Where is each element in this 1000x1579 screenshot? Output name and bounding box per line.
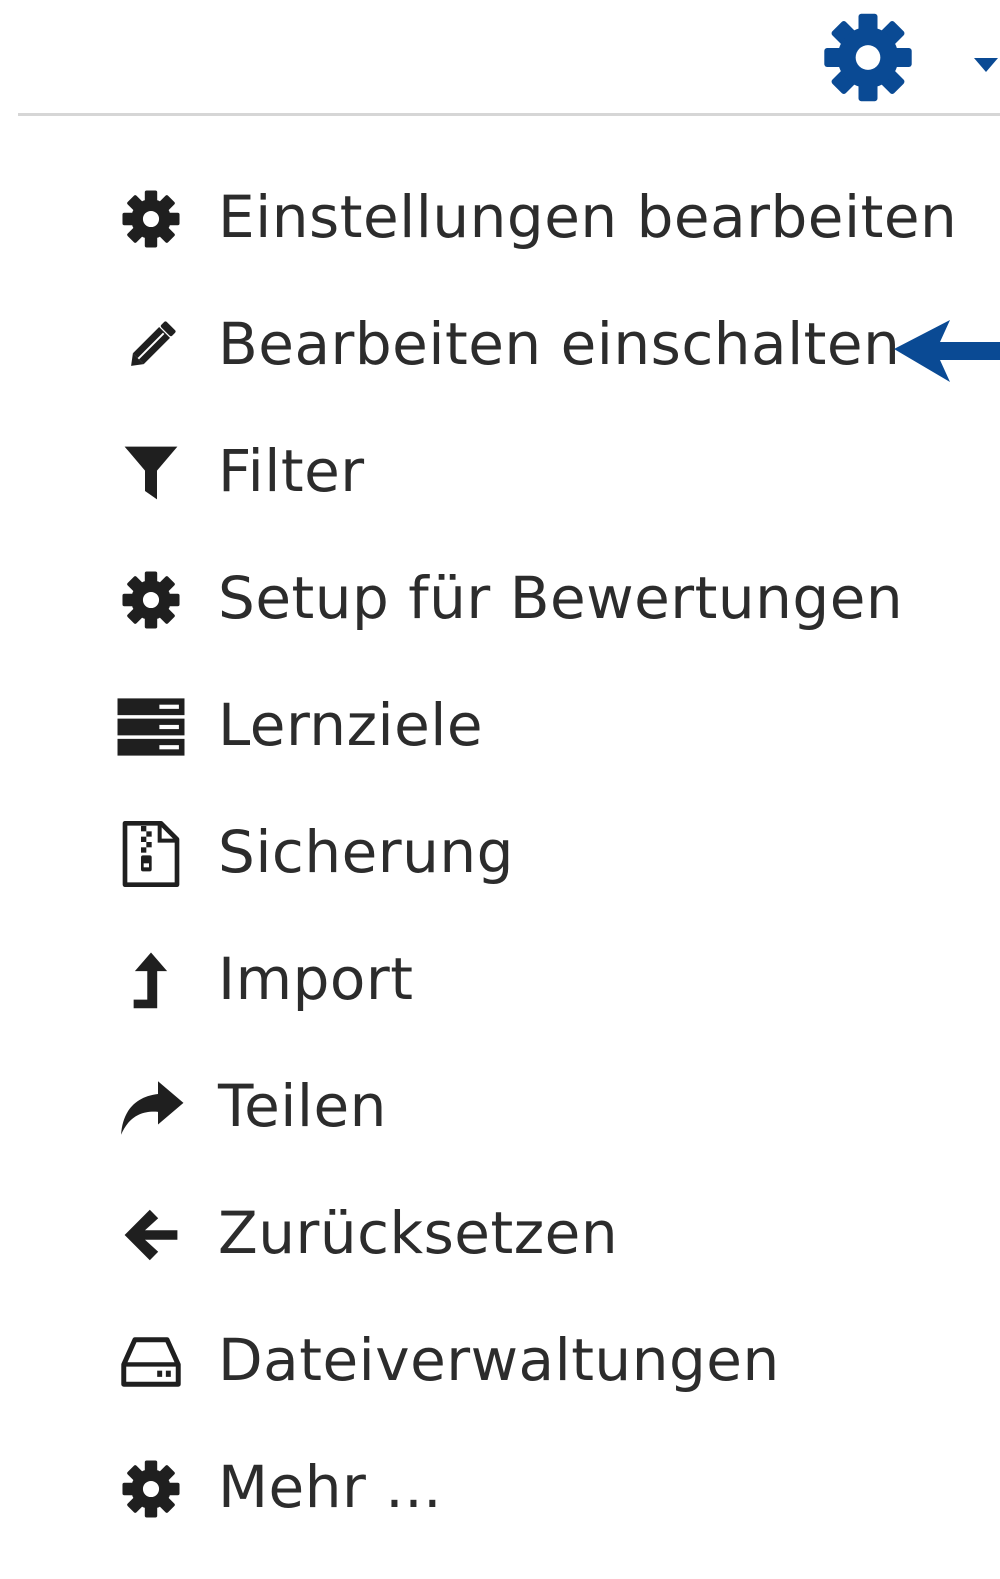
divider xyxy=(18,113,1000,116)
caret-down-icon[interactable] xyxy=(974,52,1000,78)
menu-item-einstellungen-bearbeiten[interactable]: Einstellungen bearbeiten xyxy=(0,155,1000,282)
server-icon xyxy=(112,693,190,761)
settings-menu-page: Einstellungen bearbeiten Bearbeiten eins… xyxy=(0,0,1000,1579)
menu-item-label: Teilen xyxy=(218,1072,387,1140)
level-up-icon xyxy=(112,947,190,1015)
annotation-arrow-icon xyxy=(892,318,1000,384)
gear-icon xyxy=(824,13,912,102)
menu-item-label: Lernziele xyxy=(218,691,484,759)
gear-icon xyxy=(112,566,190,634)
menu-item-zuruecksetzen[interactable]: Zurücksetzen xyxy=(0,1171,1000,1298)
gear-icon xyxy=(112,1455,190,1523)
menu-item-label: Setup für Bewertungen xyxy=(218,564,904,632)
arrow-left-icon xyxy=(112,1201,190,1269)
menu-item-teilen[interactable]: Teilen xyxy=(0,1044,1000,1171)
pencil-icon xyxy=(112,312,190,380)
menu-item-mehr[interactable]: Mehr ... xyxy=(0,1425,1000,1552)
menu-item-bearbeiten-einschalten[interactable]: Bearbeiten einschalten xyxy=(0,282,1000,409)
filter-icon xyxy=(112,439,190,507)
menu-item-sicherung[interactable]: Sicherung xyxy=(0,790,1000,917)
menu-item-label: Bearbeiten einschalten xyxy=(218,310,901,378)
menu-item-label: Zurücksetzen xyxy=(218,1199,619,1267)
share-icon xyxy=(112,1074,190,1142)
file-archive-icon xyxy=(112,820,190,888)
header-bar xyxy=(0,0,1000,116)
menu-item-label: Einstellungen bearbeiten xyxy=(218,183,958,251)
settings-menu-toggle[interactable] xyxy=(818,10,918,105)
hdd-icon xyxy=(112,1328,190,1396)
menu-item-label: Dateiverwaltungen xyxy=(218,1326,780,1394)
menu-item-lernziele[interactable]: Lernziele xyxy=(0,663,1000,790)
menu-item-setup-bewertungen[interactable]: Setup für Bewertungen xyxy=(0,536,1000,663)
menu-item-dateiverwaltungen[interactable]: Dateiverwaltungen xyxy=(0,1298,1000,1425)
gear-icon xyxy=(112,185,190,253)
menu-item-import[interactable]: Import xyxy=(0,917,1000,1044)
settings-menu: Einstellungen bearbeiten Bearbeiten eins… xyxy=(0,155,1000,1552)
menu-item-label: Sicherung xyxy=(218,818,514,886)
menu-item-label: Filter xyxy=(218,437,365,505)
menu-item-filter[interactable]: Filter xyxy=(0,409,1000,536)
menu-item-label: Mehr ... xyxy=(218,1453,443,1521)
menu-item-label: Import xyxy=(218,945,414,1013)
